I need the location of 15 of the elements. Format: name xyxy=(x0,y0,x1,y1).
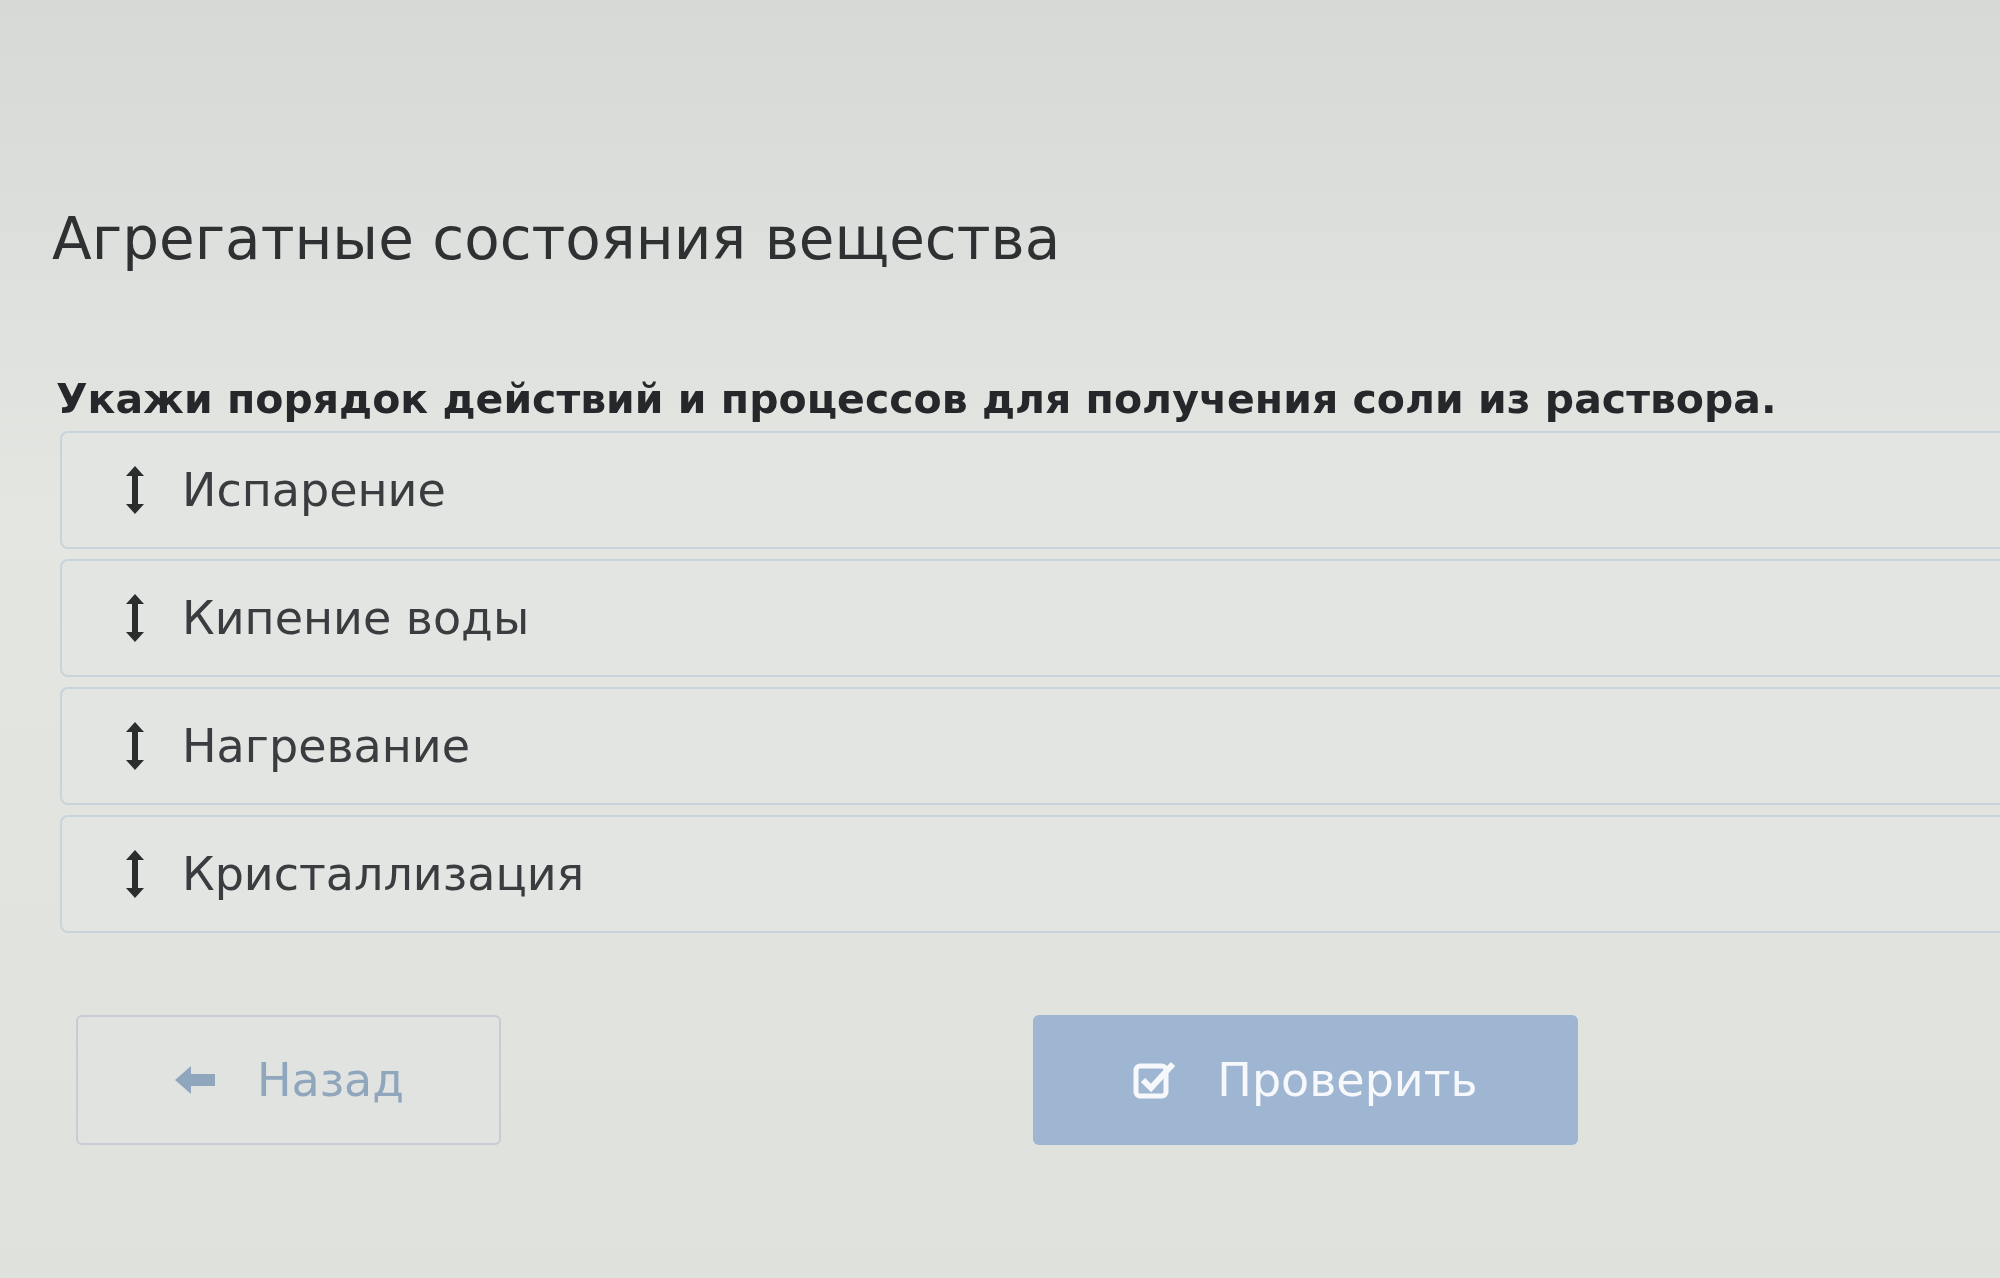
item-label: Кристаллизация xyxy=(182,847,585,901)
sortable-item[interactable]: Кристаллизация xyxy=(60,815,2000,933)
drag-handle-icon[interactable] xyxy=(124,592,146,644)
page-title: Агрегатные состояния вещества xyxy=(52,205,1062,273)
drag-handle-icon[interactable] xyxy=(124,848,146,900)
sortable-item[interactable]: Кипение воды xyxy=(60,559,2000,677)
item-label: Испарение xyxy=(182,463,446,517)
drag-handle-icon[interactable] xyxy=(124,720,146,772)
sortable-item[interactable]: Испарение xyxy=(60,431,2000,549)
item-label: Нагревание xyxy=(182,719,471,773)
checkbox-icon xyxy=(1133,1060,1178,1100)
drag-handle-icon[interactable] xyxy=(124,464,146,516)
item-label: Кипение воды xyxy=(182,591,530,645)
question-text: Укажи порядок действий и процессов для получения соли из раствора. xyxy=(56,375,1778,423)
sortable-item[interactable]: Нагревание xyxy=(60,687,2000,805)
